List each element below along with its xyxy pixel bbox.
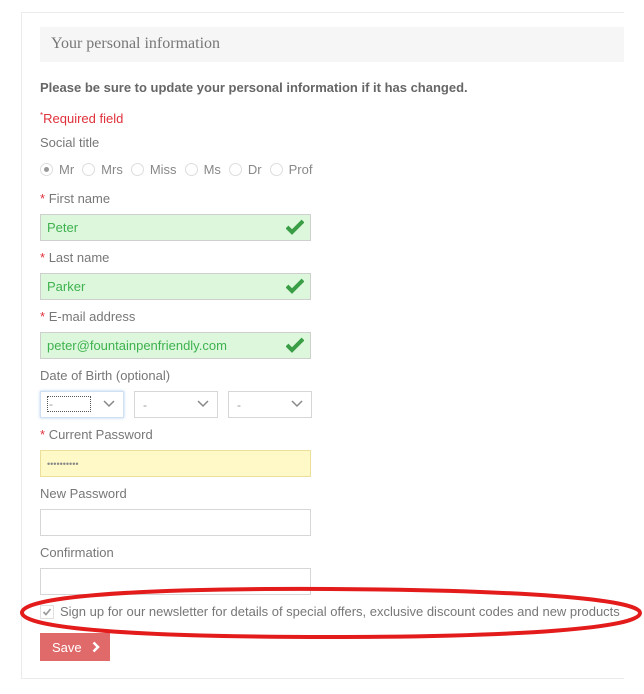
valid-check-icon: [286, 278, 304, 294]
chevron-down-icon: [197, 400, 209, 408]
confirmation-input[interactable]: [40, 568, 311, 595]
radio-label: Mr: [59, 162, 75, 177]
first-name-input[interactable]: Peter: [40, 214, 311, 241]
current-password-input[interactable]: ••••••••••: [40, 450, 311, 477]
radio-prof[interactable]: Prof: [269, 162, 313, 177]
last-name-label: * Last name: [40, 250, 110, 265]
radio-label: Miss: [149, 162, 177, 177]
chevron-down-icon: [103, 400, 115, 408]
intro-text: Please be sure to update your personal i…: [40, 80, 468, 95]
current-password-value: ••••••••••: [47, 458, 79, 469]
first-name-label: * First name: [40, 191, 111, 206]
newsletter-checkbox[interactable]: [40, 604, 54, 619]
dob-year-select[interactable]: -: [228, 391, 312, 418]
radio-miss[interactable]: Miss: [130, 162, 177, 177]
dob-year-value: -: [237, 398, 241, 412]
email-value: peter@fountainpenfriendly.com: [47, 338, 227, 353]
email-label: * E-mail address: [40, 309, 136, 324]
newsletter-label: Sign up for our newsletter for details o…: [60, 604, 620, 619]
current-password-label: * Current Password: [40, 427, 153, 442]
radio-circle[interactable]: [82, 163, 96, 176]
radio-circle[interactable]: [130, 163, 144, 176]
radio-circle[interactable]: [269, 163, 283, 176]
new-password-input[interactable]: [40, 509, 311, 536]
radio-label: Ms: [203, 162, 221, 177]
chevron-down-icon: [291, 400, 303, 408]
radio-label: Mrs: [101, 162, 123, 177]
newsletter-option[interactable]: Sign up for our newsletter for details o…: [40, 604, 620, 619]
required-field-note: *Required field: [40, 111, 124, 126]
radio-circle[interactable]: [184, 163, 198, 176]
section-title: Your personal information: [51, 35, 221, 52]
radio-mrs[interactable]: Mrs: [82, 162, 123, 177]
checkmark-icon: [42, 607, 52, 616]
confirmation-label: Confirmation: [40, 545, 114, 560]
radio-ms[interactable]: Ms: [184, 162, 221, 177]
save-label: Save: [52, 639, 82, 655]
valid-check-icon: [286, 337, 304, 353]
radio-circle[interactable]: [40, 163, 53, 176]
radio-circle[interactable]: [228, 163, 242, 176]
social-title-label: Social title: [40, 135, 100, 150]
first-name-value: Peter: [47, 220, 79, 235]
last-name-input[interactable]: Parker: [40, 273, 311, 300]
email-input[interactable]: peter@fountainpenfriendly.com: [40, 332, 311, 359]
social-title-radio-group: Mr Mrs Miss Ms Dr Prof: [40, 162, 320, 177]
radio-label: Dr: [247, 162, 262, 177]
radio-mr[interactable]: Mr: [40, 162, 74, 177]
radio-dr[interactable]: Dr: [228, 162, 262, 177]
section-header: Your personal information: [40, 27, 624, 62]
new-password-label: New Password: [40, 486, 127, 501]
chevron-right-icon: [92, 641, 100, 653]
dob-month-select[interactable]: -: [134, 391, 218, 418]
valid-check-icon: [286, 219, 304, 235]
dob-month-value: -: [143, 398, 147, 412]
last-name-value: Parker: [47, 279, 86, 294]
dob-label: Date of Birth (optional): [40, 368, 171, 383]
radio-label: Prof: [288, 162, 313, 177]
dob-day-select[interactable]: -: [40, 391, 124, 418]
dob-day-value: -: [47, 396, 91, 412]
save-button[interactable]: Save: [40, 633, 110, 661]
